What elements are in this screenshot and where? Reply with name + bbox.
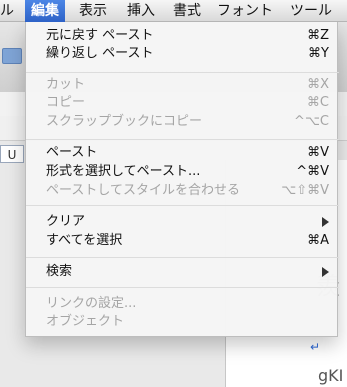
menu-item-paste-and-match-style[interactable]: ペーストしてスタイルを合わせる ⌥⇧⌘V xyxy=(26,181,339,201)
menu-item-label: ペースト xyxy=(46,145,98,160)
menu-tools[interactable]: ツール xyxy=(290,0,332,22)
menu-item-label: すべてを選択 xyxy=(46,233,123,248)
menu-item-links[interactable]: リンクの設定... xyxy=(26,294,339,314)
menu-item-label: クリア xyxy=(46,214,86,229)
shortcut-label: ⌘V xyxy=(307,145,329,160)
shortcut-label: ⌘C xyxy=(306,95,329,110)
menu-item-cut[interactable]: カット ⌘X xyxy=(26,75,339,95)
shortcut-label: ⌘Z xyxy=(307,28,329,43)
menu-item-label: ペーストしてスタイルを合わせる xyxy=(46,183,240,198)
menu-item-copy-to-scrapbook[interactable]: スクラップブックにコピー ^⌥C xyxy=(26,112,339,132)
menu-edit[interactable]: 編集 xyxy=(25,0,65,22)
menu-tool-truncated[interactable]: ル xyxy=(0,0,14,22)
menu-separator xyxy=(26,72,339,73)
menu-item-find[interactable]: 検索 xyxy=(26,262,339,282)
menu-item-label: 繰り返し ペースト xyxy=(46,46,154,61)
menu-bar: ル 編集 表示 挿入 書式 フォント ツール xyxy=(0,0,347,22)
shortcut-label: ^⌥C xyxy=(294,114,329,129)
menu-item-undo-paste[interactable]: 元に戻す ペースト ⌘Z xyxy=(26,26,339,46)
menu-item-paste-special[interactable]: 形式を選択してペースト... ^⌘V xyxy=(26,162,339,182)
menu-separator xyxy=(26,257,339,258)
menu-item-label: オブジェクト xyxy=(46,314,125,329)
menu-item-label: 検索 xyxy=(46,264,73,279)
edit-dropdown-menu: 元に戻す ペースト ⌘Z 繰り返し ペースト ⌘Y カット ⌘X コピー ⌘C … xyxy=(25,22,339,337)
paragraph-mark-icon: ↵ xyxy=(310,340,321,354)
menu-item-paste[interactable]: ペースト ⌘V xyxy=(26,143,339,163)
screen: U 羨 ↵ gKI ル 編集 表示 挿入 書式 フォント ツール 元に戻す ペー… xyxy=(0,0,347,387)
menu-item-label: スクラップブックにコピー xyxy=(46,114,203,129)
shortcut-label: ⌥⇧⌘V xyxy=(281,183,329,198)
shortcut-label: ⌘X xyxy=(307,77,329,92)
submenu-arrow-icon xyxy=(322,217,329,227)
menu-item-label: 形式を選択してペースト... xyxy=(46,164,201,179)
folder-icon xyxy=(2,48,22,64)
menu-insert[interactable]: 挿入 xyxy=(127,0,155,22)
shortcut-label: ⌘Y xyxy=(308,46,329,61)
menu-separator xyxy=(26,287,339,288)
menu-separator xyxy=(26,139,339,140)
shortcut-label: ⌘A xyxy=(307,233,329,248)
submenu-arrow-icon xyxy=(322,267,329,277)
document-text-fragment: gKI xyxy=(318,366,344,385)
menu-item-clear[interactable]: クリア xyxy=(26,212,339,232)
menu-item-copy[interactable]: コピー ⌘C xyxy=(26,93,339,113)
menu-format[interactable]: 書式 xyxy=(173,0,201,22)
menu-item-object[interactable]: オブジェクト xyxy=(26,312,339,332)
menu-item-redo-paste[interactable]: 繰り返し ペースト ⌘Y xyxy=(26,44,339,64)
menu-item-label: 元に戻す ペースト xyxy=(46,28,154,43)
menu-item-label: リンクの設定... xyxy=(46,296,137,311)
underline-button[interactable]: U xyxy=(0,145,24,163)
menu-view[interactable]: 表示 xyxy=(79,0,107,22)
menu-font[interactable]: フォント xyxy=(217,0,273,22)
menu-separator xyxy=(26,205,339,206)
menu-item-label: カット xyxy=(46,77,86,92)
shortcut-label: ^⌘V xyxy=(296,164,329,179)
menu-item-select-all[interactable]: すべてを選択 ⌘A xyxy=(26,231,339,251)
menu-item-label: コピー xyxy=(46,95,86,110)
